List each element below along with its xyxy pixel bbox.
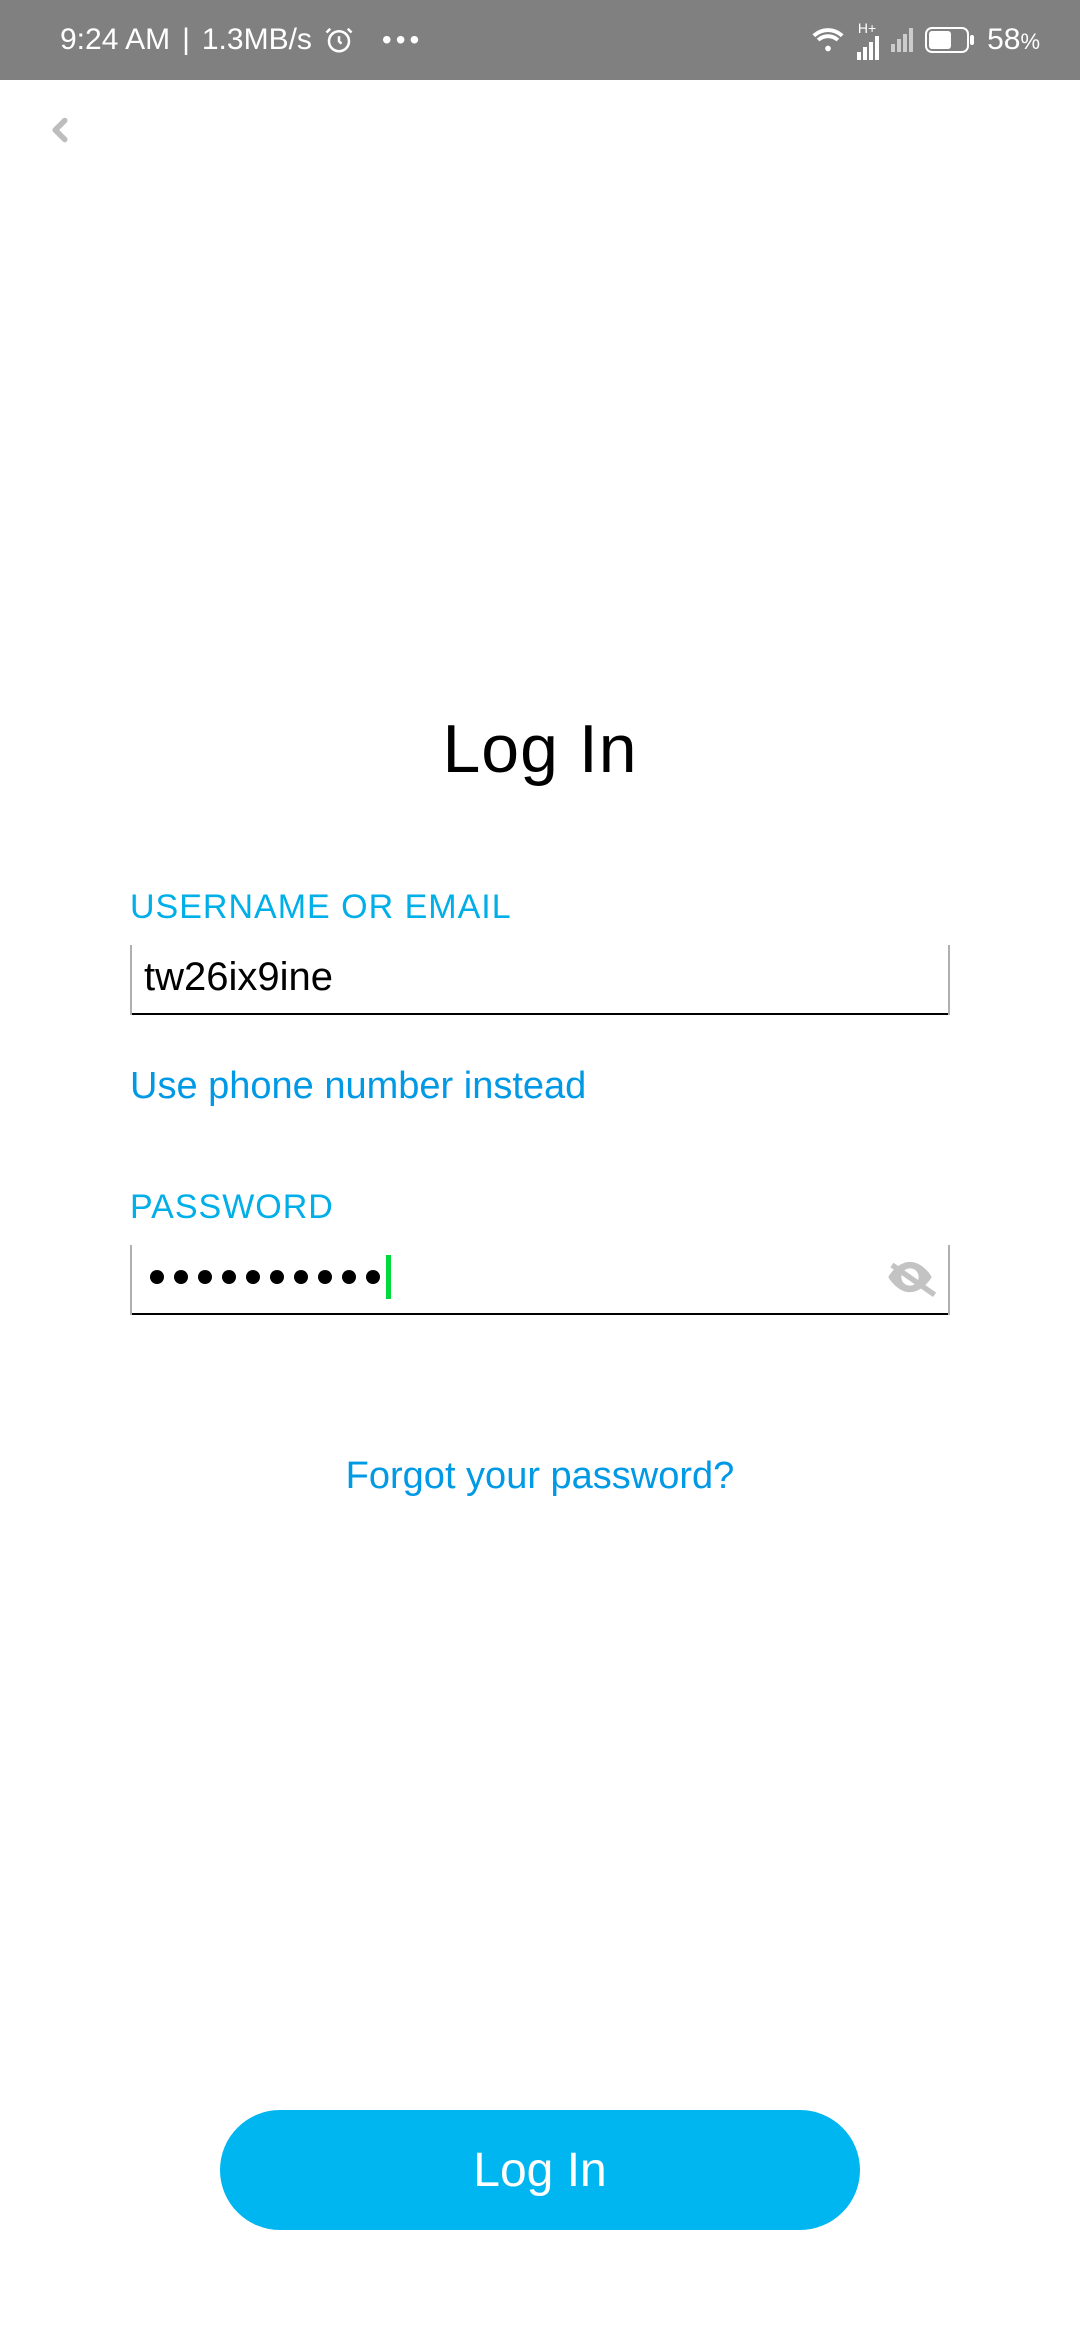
- password-field[interactable]: [130, 1245, 950, 1315]
- status-right: H+ 58%: [811, 20, 1040, 60]
- password-dot: [222, 1270, 236, 1284]
- password-dot: [270, 1270, 284, 1284]
- header: [0, 80, 1080, 180]
- use-phone-link[interactable]: Use phone number instead: [130, 1065, 586, 1108]
- status-time: 9:24 AM: [60, 23, 170, 57]
- status-more-icon: •••: [382, 24, 423, 56]
- eye-off-icon: [884, 1251, 936, 1303]
- page-title: Log In: [130, 710, 950, 788]
- status-left: 9:24 AM | 1.3MB/s •••: [60, 23, 423, 57]
- password-dot: [342, 1270, 356, 1284]
- toggle-password-visibility[interactable]: [884, 1251, 936, 1303]
- wifi-icon: [811, 23, 845, 57]
- back-button[interactable]: [30, 100, 90, 160]
- status-speed: 1.3MB/s: [202, 23, 312, 57]
- username-value: tw26ix9ine: [144, 955, 333, 1000]
- chevron-left-icon: [41, 111, 79, 149]
- password-dot: [198, 1270, 212, 1284]
- username-field[interactable]: tw26ix9ine: [130, 945, 950, 1015]
- password-dot: [174, 1270, 188, 1284]
- username-label: USERNAME OR EMAIL: [130, 888, 950, 927]
- login-form: Log In USERNAME OR EMAIL tw26ix9ine Use …: [0, 180, 1080, 1498]
- password-value-masked: [144, 1255, 391, 1299]
- password-dot: [294, 1270, 308, 1284]
- password-dot: [318, 1270, 332, 1284]
- battery-icon: [925, 27, 975, 53]
- password-dot: [366, 1270, 380, 1284]
- login-button-label: Log In: [473, 2143, 606, 2198]
- signal-icon-2: [891, 28, 913, 52]
- login-button[interactable]: Log In: [220, 2110, 860, 2230]
- status-separator: |: [182, 23, 190, 57]
- network-type-label: H+: [858, 20, 876, 36]
- alarm-icon: [324, 25, 354, 55]
- forgot-password-link[interactable]: Forgot your password?: [346, 1455, 735, 1498]
- password-dot: [246, 1270, 260, 1284]
- text-cursor: [386, 1255, 391, 1299]
- signal-group-1: H+: [857, 20, 879, 60]
- battery-percent: 58%: [987, 23, 1040, 57]
- password-label: PASSWORD: [130, 1188, 950, 1227]
- password-dot: [150, 1270, 164, 1284]
- forgot-password-container: Forgot your password?: [130, 1455, 950, 1498]
- signal-icon: [857, 36, 879, 60]
- status-bar: 9:24 AM | 1.3MB/s ••• H+: [0, 0, 1080, 80]
